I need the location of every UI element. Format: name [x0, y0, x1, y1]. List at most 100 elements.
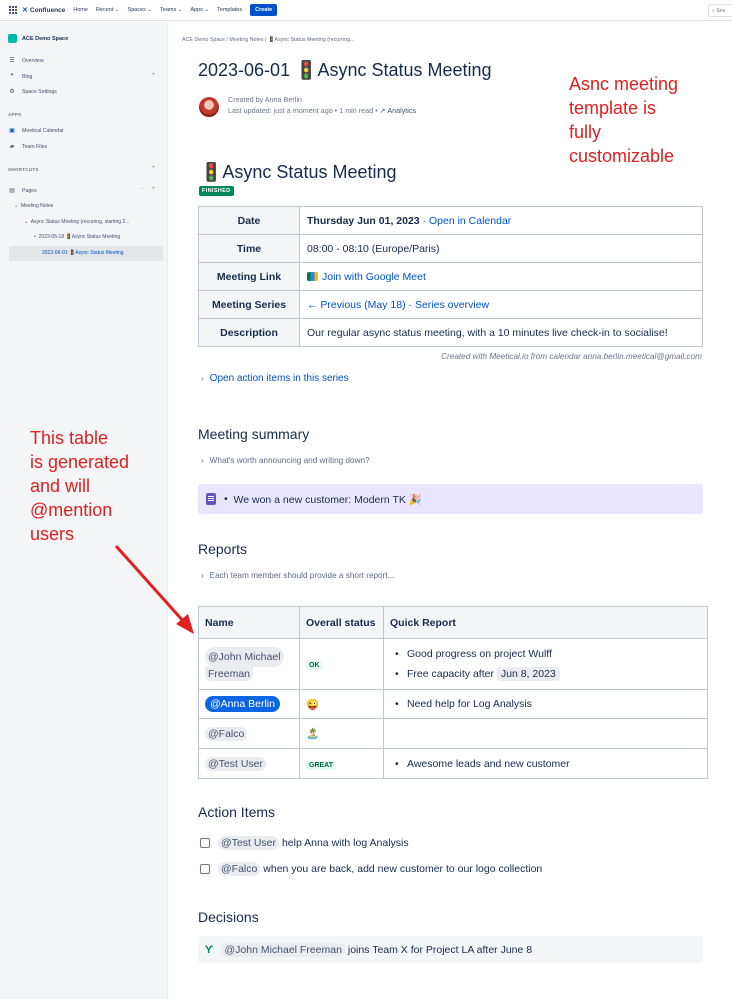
list-item: Good progress on project Wulff [390, 644, 701, 664]
table-cell: @Test User [198, 748, 300, 779]
meeting-title: 🚦Async Status Meeting [200, 162, 397, 182]
sidebar-item-pages[interactable]: ▤ Pages [8, 187, 37, 195]
action-checkbox[interactable] [200, 864, 210, 874]
pages-icon: ▤ [9, 188, 15, 194]
chevron-down-icon: ⌄ [14, 203, 19, 209]
table-row: Description Our regular async status mee… [198, 318, 703, 347]
nav-recent[interactable]: Recent ⌄ [96, 7, 120, 13]
table-header-cell: Meeting Series [198, 290, 300, 319]
sidebar-item-blog[interactable]: ❞ Blog [8, 73, 32, 81]
sidebar-item-team-files[interactable]: ▰ Team Files [8, 143, 47, 151]
table-cell: @Falco [198, 718, 300, 749]
table-header-cell: Description [198, 318, 300, 347]
mention-falco[interactable]: @Falco [205, 726, 248, 741]
chevron-right-icon: › [201, 456, 204, 465]
shortcuts-heading: SHORTCUTS [8, 167, 39, 172]
more-icon[interactable]: ··· [139, 186, 145, 192]
created-with-note: Created with Meetical.io from calendar a… [441, 352, 702, 361]
table-row: @Test User GREAT Awesome leads and new c… [198, 748, 708, 779]
open-action-items-expand[interactable]: › Open action items in this series [201, 373, 349, 384]
main-content: ACE Demo Space / Meeting Notes / 🚦Async … [30, 22, 732, 999]
status-badge: OK [306, 661, 323, 670]
nav-spaces[interactable]: Spaces ⌄ [128, 7, 152, 13]
tree-item-async-series[interactable]: ⌄ Async Status Meeting (recurring, start… [24, 219, 129, 225]
add-shortcut-icon[interactable]: + [151, 165, 155, 171]
table-cell: Awesome leads and new customer [383, 748, 708, 779]
overview-icon: ☰ [9, 58, 15, 64]
list-item: Awesome leads and new customer [390, 754, 701, 774]
calendar-icon: ▣ [9, 128, 15, 134]
space-header[interactable]: ACE Demo Space [8, 34, 68, 43]
top-navigation: ✕ Confluence Home Recent ⌄ Spaces ⌄ Teams… [0, 0, 732, 21]
reports-expand[interactable]: › Each team member should provide a short… [201, 571, 394, 580]
nav-apps[interactable]: Apps ⌄ [190, 7, 209, 13]
previous-meeting-link[interactable]: ← Previous (May 18) [307, 299, 406, 311]
summary-expand[interactable]: › What's worth announcing and writing dow… [201, 456, 370, 465]
app-switcher-icon[interactable] [9, 6, 17, 14]
create-button[interactable]: Create [250, 4, 278, 16]
search-input[interactable]: ⌕ Sea [708, 4, 732, 17]
table-row: @Falco 🏝️ [198, 718, 708, 749]
table-row: Date Thursday Jun 01, 2023 · Open in Cal… [198, 206, 703, 235]
table-cell: @John Michael Freeman [198, 638, 300, 690]
meeting-info-table: Date Thursday Jun 01, 2023 · Open in Cal… [198, 206, 703, 347]
note-icon [206, 493, 216, 505]
sidebar-item-meetical-calendar[interactable]: ▣ Meetical Calendar [8, 127, 64, 135]
nav-teams[interactable]: Teams ⌄ [160, 7, 182, 13]
mention-falco[interactable]: @Falco [218, 862, 261, 876]
nav-home[interactable]: Home [73, 7, 88, 13]
space-avatar-icon [8, 34, 17, 43]
date-chip[interactable]: Jun 8, 2023 [496, 667, 560, 681]
action-item: @Falco when you are back, add new custom… [200, 862, 542, 876]
mention-john[interactable]: @John Michael [205, 647, 284, 667]
apps-heading: APPS [8, 112, 22, 117]
mention-test-user[interactable]: @Test User [218, 836, 280, 850]
search-icon: ⌕ [712, 8, 715, 14]
table-header-row: Name Overall status Quick Report [198, 606, 708, 639]
avatar[interactable] [199, 97, 219, 117]
table-cell: Join with Google Meet [299, 262, 703, 291]
decision-item: Ƴ @John Michael Freeman joins Team X for… [198, 936, 703, 963]
gear-icon: ⚙ [9, 89, 15, 95]
sidebar-item-space-settings[interactable]: ⚙ Space Settings [8, 88, 57, 96]
table-cell: OK [299, 638, 384, 690]
chevron-down-icon: ⌄ [24, 219, 29, 225]
series-overview-link[interactable]: Series overview [415, 299, 489, 311]
mention-anna[interactable]: @Anna Berlin [205, 696, 280, 712]
table-cell: Our regular async status meeting, with a… [299, 318, 703, 347]
status-emoji: 🏝️ [306, 728, 320, 740]
note-text: We won a new customer: Modern TK 🎉 [233, 493, 422, 506]
decisions-heading: Decisions [198, 909, 259, 925]
mention-john[interactable]: @John Michael Freeman [221, 942, 345, 957]
table-cell: @Anna Berlin [198, 689, 300, 719]
join-google-meet-link[interactable]: Join with Google Meet [322, 271, 426, 283]
arrow-annotation [114, 544, 194, 634]
table-row: Time 08:00 - 08:10 (Europe/Paris) [198, 234, 703, 263]
nav-templates[interactable]: Templates [217, 7, 242, 13]
table-cell: ← Previous (May 18) · Series overview [299, 290, 703, 319]
note-panel: • We won a new customer: Modern TK 🎉 [198, 484, 703, 514]
mention-test-user[interactable]: @Test User [205, 756, 267, 771]
analytics-link[interactable]: ↗ Analytics [380, 106, 416, 115]
quote-icon: ❞ [10, 74, 14, 80]
tree-item-2023-06-01[interactable]: 2023-06-01 🚦Async Status Meeting [9, 246, 163, 261]
tree-item-2023-05-18[interactable]: • 2023-05-18 🚦Async Status Meeting [34, 234, 120, 240]
confluence-logo[interactable]: ✕ Confluence [22, 6, 65, 15]
reports-table: Name Overall status Quick Report @John M… [198, 606, 708, 779]
decision-icon: Ƴ [205, 943, 214, 956]
created-by: Created by Anna Berlin [228, 95, 302, 104]
open-in-calendar-link[interactable]: Open in Calendar [429, 215, 511, 227]
column-header-name: Name [198, 606, 300, 639]
table-row: Meeting Series ← Previous (May 18) · Ser… [198, 290, 703, 319]
add-blog-icon[interactable]: + [151, 72, 155, 78]
action-checkbox[interactable] [200, 838, 210, 848]
add-page-icon[interactable]: + [151, 186, 155, 192]
list-item: Free capacity after Jun 8, 2023 [390, 664, 701, 684]
tree-item-meeting-notes[interactable]: ⌄ Meeting Notes [14, 203, 53, 209]
table-cell [383, 718, 708, 749]
breadcrumb[interactable]: ACE Demo Space / Meeting Notes / 🚦Async … [182, 37, 354, 43]
table-cell: Good progress on project WulffFree capac… [383, 638, 708, 690]
sidebar-item-overview[interactable]: ☰ Overview [8, 57, 43, 65]
action-items-heading: Action Items [198, 804, 276, 820]
annotation-customizable: Asnc meeting template is fully customiza… [569, 74, 679, 166]
